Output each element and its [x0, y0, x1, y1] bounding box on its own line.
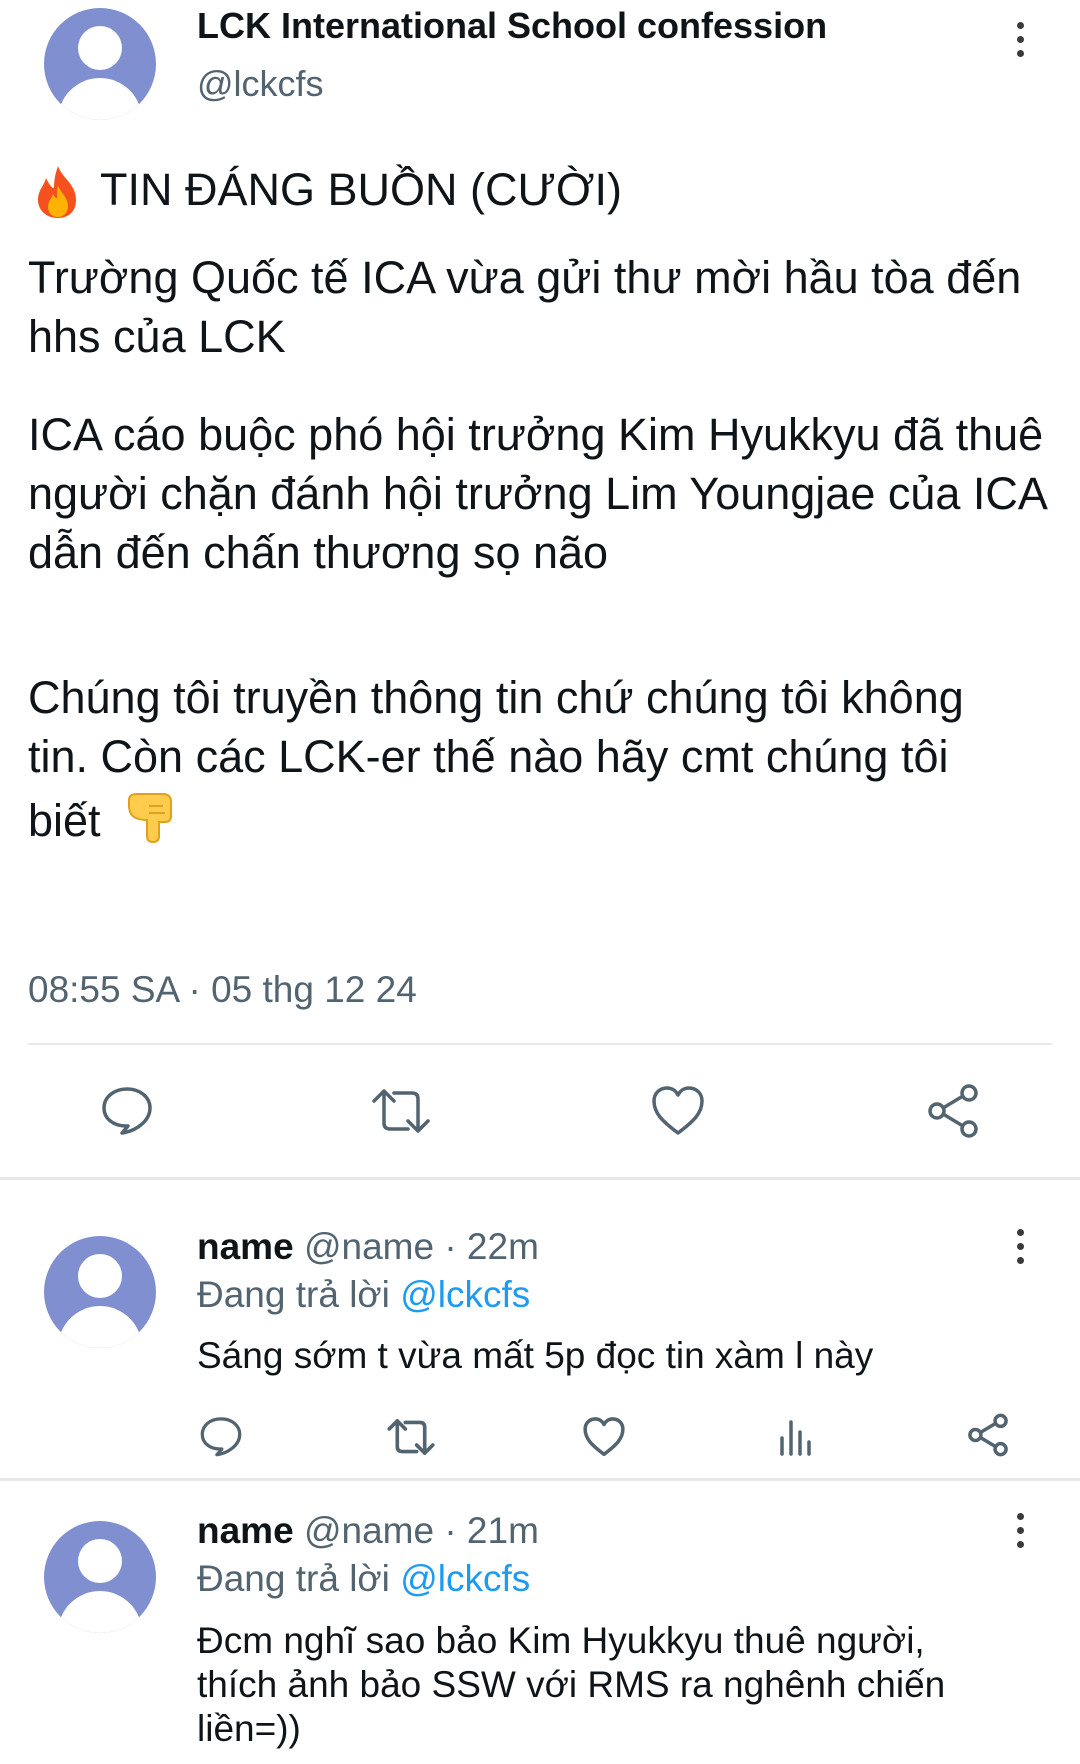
share-icon[interactable]	[966, 1413, 1010, 1457]
reply-text: Đcm nghĩ sao bảo Kim Hyukkyu thuê người,…	[197, 1620, 946, 1749]
reply-author-name[interactable]: name	[197, 1510, 294, 1551]
replying-prefix: Đang trả lời	[197, 1274, 390, 1315]
reply-replying-to: Đang trả lời @lckcfs	[197, 1557, 530, 1601]
reply-header: name @name · 22m	[197, 1225, 539, 1269]
reply-handle-time[interactable]: @name · 22m	[304, 1226, 539, 1267]
views-icon[interactable]	[776, 1414, 816, 1458]
replying-to-handle[interactable]: @lckcfs	[400, 1558, 530, 1599]
post-headline: TIN ĐÁNG BUỒN (CƯỜI)	[100, 164, 623, 215]
post-author-name[interactable]: LCK International School confession	[197, 4, 827, 48]
reply-divider	[0, 1478, 1080, 1481]
reply-avatar[interactable]	[44, 1521, 156, 1633]
like-icon[interactable]	[650, 1085, 706, 1137]
reply-icon[interactable]	[100, 1083, 154, 1137]
share-icon[interactable]	[925, 1083, 981, 1139]
replying-to-handle[interactable]: @lckcfs	[400, 1274, 530, 1315]
post-paragraph-1: Trường Quốc tế ICA vừa gửi thư mời hầu t…	[28, 252, 1022, 362]
retweet-icon[interactable]	[386, 1416, 436, 1458]
post-paragraph-2: ICA cáo buộc phó hội trưởng Kim Hyukkyu …	[28, 409, 1046, 578]
fire-icon	[38, 166, 76, 218]
reply-avatar[interactable]	[44, 1236, 156, 1348]
pointing-down-hand-icon	[128, 793, 173, 844]
replying-prefix: Đang trả lời	[197, 1558, 390, 1599]
reply-icon[interactable]	[199, 1414, 243, 1458]
reply-replying-to: Đang trả lời @lckcfs	[197, 1273, 530, 1317]
like-icon[interactable]	[582, 1416, 626, 1458]
reply-header: name @name · 21m	[197, 1509, 539, 1553]
post-divider	[28, 1043, 1052, 1045]
post-paragraph-3: Chúng tôi truyền thông tin chứ chúng tôi…	[28, 668, 1028, 850]
reply-more-options-button[interactable]	[1010, 1229, 1030, 1264]
post-avatar[interactable]	[44, 8, 156, 120]
section-divider	[0, 1177, 1080, 1180]
post-timestamp[interactable]: 08:55 SA · 05 thg 12 24	[28, 968, 417, 1012]
reply-handle-time[interactable]: @name · 21m	[304, 1510, 539, 1551]
reply-author-name[interactable]: name	[197, 1226, 294, 1267]
reply-text: Sáng sớm t vừa mất 5p đọc tin xàm l này	[197, 1335, 874, 1376]
reply-more-options-button[interactable]	[1010, 1513, 1030, 1548]
post-more-options-button[interactable]	[1010, 22, 1030, 57]
retweet-icon[interactable]	[370, 1085, 432, 1137]
post-author-handle[interactable]: @lckcfs	[197, 62, 324, 106]
